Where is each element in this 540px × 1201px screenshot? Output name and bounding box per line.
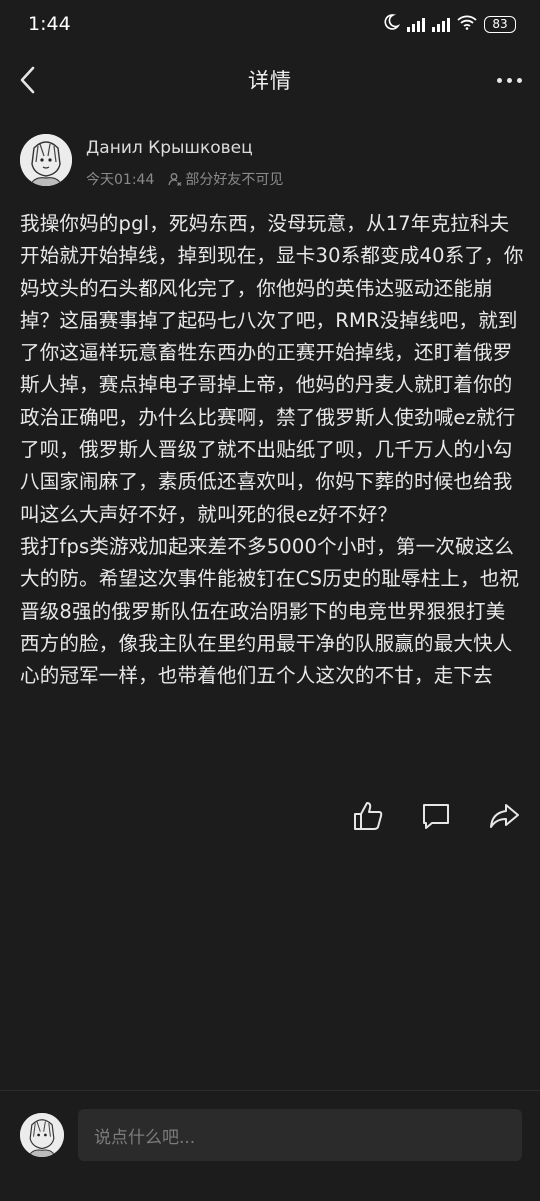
visibility-indicator: 部分好友不可见 bbox=[168, 169, 283, 189]
status-time: 1:44 bbox=[28, 13, 71, 35]
share-button[interactable] bbox=[484, 798, 524, 834]
post-paragraph: 我打fps类游戏加起来差不多5000个小时，第一次破这么大的防。希望这次事件能被… bbox=[20, 534, 520, 688]
battery-icon: 83 bbox=[484, 15, 516, 33]
like-button[interactable] bbox=[348, 798, 388, 834]
comment-button[interactable] bbox=[416, 798, 456, 834]
share-icon bbox=[490, 804, 519, 828]
more-dots-icon bbox=[496, 77, 502, 83]
comment-input[interactable]: 说点什么吧... bbox=[78, 1109, 522, 1161]
author-name[interactable]: Данил Крышковец bbox=[86, 138, 253, 158]
back-button[interactable] bbox=[14, 64, 44, 96]
chevron-left-icon bbox=[20, 66, 35, 94]
post-header: Данил Крышковец 今天01:44 部分好友不可见 bbox=[20, 134, 520, 194]
comment-bar: 说点什么吧... bbox=[0, 1090, 540, 1201]
post-body: 我操你妈的pgl，死妈东西，没母玩意，从17年克拉科夫开始就开始掉线，掉到现在，… bbox=[20, 208, 524, 692]
nav-bar: 详情 bbox=[0, 54, 540, 106]
post-paragraph: 我操你妈的pgl，死妈东西，没母玩意，从17年克拉科夫开始就开始掉线，掉到现在，… bbox=[20, 212, 524, 526]
person-hidden-icon bbox=[168, 173, 182, 186]
status-icons: 83 bbox=[382, 13, 516, 35]
more-button[interactable] bbox=[494, 66, 524, 94]
visibility-label: 部分好友不可见 bbox=[185, 172, 284, 188]
post-actions bbox=[348, 798, 524, 834]
moon-icon bbox=[382, 13, 401, 35]
status-bar: 1:44 83 bbox=[0, 0, 540, 48]
like-icon bbox=[354, 802, 383, 830]
post-meta: 今天01:44 部分好友不可见 bbox=[86, 169, 283, 189]
my-avatar bbox=[20, 1113, 64, 1157]
post-time: 今天01:44 bbox=[86, 172, 155, 188]
page-title: 详情 bbox=[248, 69, 292, 93]
hd-signal-icon bbox=[432, 16, 450, 32]
hd-signal-icon bbox=[407, 16, 425, 32]
comment-icon bbox=[423, 804, 449, 829]
wifi-icon bbox=[457, 14, 477, 34]
avatar[interactable] bbox=[20, 134, 72, 186]
